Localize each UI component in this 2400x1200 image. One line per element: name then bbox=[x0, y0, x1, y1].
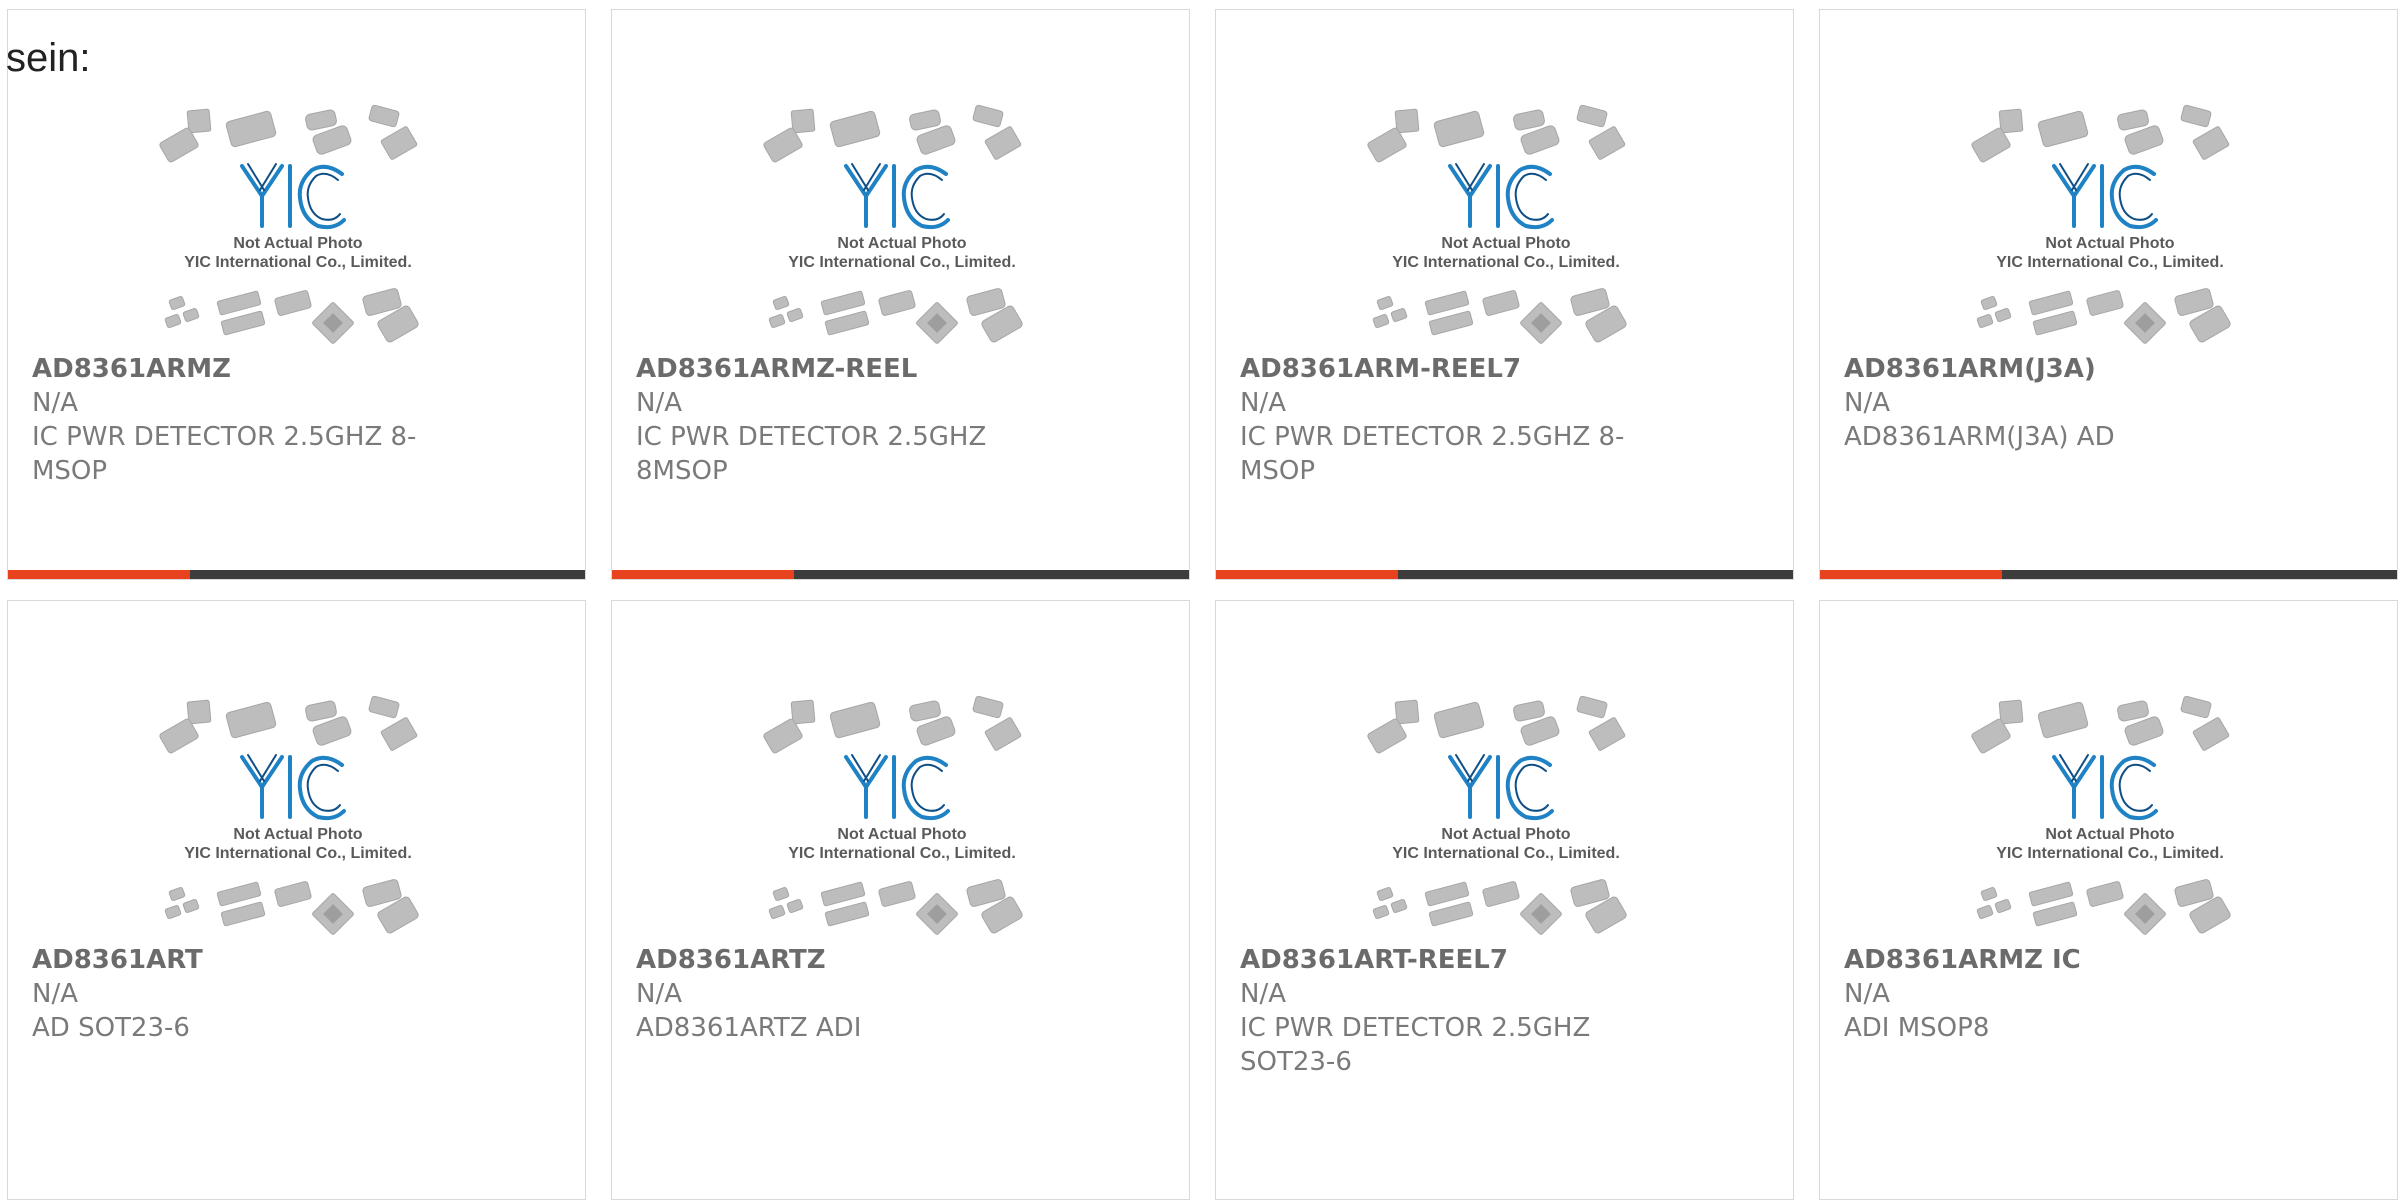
product-stock: N/A bbox=[32, 388, 78, 418]
photo-caption-line1: Not Actual Photo bbox=[1441, 826, 1570, 843]
chip-packages-top bbox=[159, 104, 418, 163]
product-card[interactable]: Not Actual Photo YIC International Co., … bbox=[7, 600, 586, 1200]
product-part-number[interactable]: AD8361ARTZ bbox=[636, 943, 1036, 977]
chip-packages-top bbox=[1367, 104, 1626, 163]
product-photo-placeholder: Not Actual Photo YIC International Co., … bbox=[159, 695, 419, 935]
photo-caption-line2: YIC International Co., Limited. bbox=[788, 254, 1016, 271]
product-card[interactable]: Not Actual Photo YIC International Co., … bbox=[1215, 600, 1794, 1200]
product-card[interactable]: Not Actual Photo YIC International Co., … bbox=[1819, 600, 2398, 1200]
chip-packages-bottom bbox=[1372, 288, 1627, 344]
yic-logo-icon bbox=[240, 754, 346, 821]
photo-caption-line2: YIC International Co., Limited. bbox=[1996, 254, 2224, 271]
chip-packages-top bbox=[1367, 695, 1626, 754]
yic-logo-icon bbox=[1448, 163, 1554, 230]
yic-logo-icon bbox=[2052, 754, 2158, 821]
product-card[interactable]: Not Actual Photo YIC International Co., … bbox=[1819, 9, 2398, 580]
photo-caption-line2: YIC International Co., Limited. bbox=[1392, 845, 1620, 862]
product-card[interactable]: Not Actual Photo YIC International Co., … bbox=[611, 600, 1190, 1200]
photo-caption-line1: Not Actual Photo bbox=[2045, 826, 2174, 843]
chip-packages-top bbox=[1971, 104, 2230, 163]
chip-packages-top bbox=[763, 695, 1022, 754]
product-description: AD8361ARM(J3A) AD bbox=[1844, 422, 2115, 452]
chip-packages-top bbox=[763, 104, 1022, 163]
product-photo-placeholder: Not Actual Photo YIC International Co., … bbox=[763, 104, 1023, 344]
card-bottom-bar bbox=[1216, 570, 1793, 579]
product-stock: N/A bbox=[1240, 388, 1286, 418]
card-bottom-bar bbox=[8, 570, 585, 579]
photo-caption-line1: Not Actual Photo bbox=[1441, 235, 1570, 252]
intro-text: sein: bbox=[6, 36, 91, 80]
card-accent-bar bbox=[612, 570, 794, 579]
photo-caption-line2: YIC International Co., Limited. bbox=[184, 845, 412, 862]
product-photo-placeholder: Not Actual Photo YIC International Co., … bbox=[1971, 104, 2231, 344]
product-photo-placeholder: Not Actual Photo YIC International Co., … bbox=[1367, 695, 1627, 935]
chip-packages-bottom bbox=[164, 879, 419, 935]
product-card[interactable]: Not Actual Photo YIC International Co., … bbox=[7, 9, 586, 580]
chip-packages-bottom bbox=[1372, 879, 1627, 935]
card-bottom-bar bbox=[1820, 570, 2397, 579]
chip-packages-top bbox=[159, 695, 418, 754]
chip-packages-bottom bbox=[768, 288, 1023, 344]
product-description: AD8361ARTZ ADI bbox=[636, 1013, 862, 1043]
product-stock: N/A bbox=[1844, 979, 1890, 1009]
product-part-number[interactable]: AD8361ART-REEL7 bbox=[1240, 943, 1640, 977]
product-card[interactable]: Not Actual Photo YIC International Co., … bbox=[611, 9, 1190, 580]
chip-packages-bottom bbox=[768, 879, 1023, 935]
product-stock: N/A bbox=[1844, 388, 1890, 418]
chip-packages-top bbox=[1971, 695, 2230, 754]
photo-caption-line1: Not Actual Photo bbox=[2045, 235, 2174, 252]
yic-logo-icon bbox=[1448, 754, 1554, 821]
photo-caption-line1: Not Actual Photo bbox=[837, 235, 966, 252]
product-part-number[interactable]: AD8361ART bbox=[32, 943, 432, 977]
yic-logo-icon bbox=[240, 163, 346, 230]
product-description: IC PWR DETECTOR 2.5GHZ 8-MSOP bbox=[1240, 422, 1625, 486]
chip-packages-bottom bbox=[1976, 879, 2231, 935]
photo-caption-line2: YIC International Co., Limited. bbox=[184, 254, 412, 271]
product-part-number[interactable]: AD8361ARMZ-REEL bbox=[636, 352, 1036, 386]
product-stock: N/A bbox=[636, 388, 682, 418]
product-photo-placeholder: Not Actual Photo YIC International Co., … bbox=[159, 104, 419, 344]
yic-logo-icon bbox=[2052, 163, 2158, 230]
product-part-number[interactable]: AD8361ARMZ IC bbox=[1844, 943, 2244, 977]
product-description: IC PWR DETECTOR 2.5GHZ 8-MSOP bbox=[32, 422, 417, 486]
product-description: AD SOT23-6 bbox=[32, 1013, 190, 1043]
product-photo-placeholder: Not Actual Photo YIC International Co., … bbox=[1971, 695, 2231, 935]
photo-caption-line2: YIC International Co., Limited. bbox=[1392, 254, 1620, 271]
yic-logo-icon bbox=[844, 754, 950, 821]
product-description: ADI MSOP8 bbox=[1844, 1013, 1990, 1043]
product-stock: N/A bbox=[1240, 979, 1286, 1009]
product-stock: N/A bbox=[32, 979, 78, 1009]
product-photo-placeholder: Not Actual Photo YIC International Co., … bbox=[1367, 104, 1627, 344]
chip-packages-bottom bbox=[1976, 288, 2231, 344]
photo-caption-line1: Not Actual Photo bbox=[233, 235, 362, 252]
card-accent-bar bbox=[1820, 570, 2002, 579]
product-description: IC PWR DETECTOR 2.5GHZ 8MSOP bbox=[636, 422, 987, 486]
product-part-number[interactable]: AD8361ARM-REEL7 bbox=[1240, 352, 1640, 386]
photo-caption-line1: Not Actual Photo bbox=[837, 826, 966, 843]
product-part-number[interactable]: AD8361ARMZ bbox=[32, 352, 432, 386]
card-bottom-bar bbox=[612, 570, 1189, 579]
product-card[interactable]: Not Actual Photo YIC International Co., … bbox=[1215, 9, 1794, 580]
product-photo-placeholder: Not Actual Photo YIC International Co., … bbox=[763, 695, 1023, 935]
product-part-number[interactable]: AD8361ARM(J3A) bbox=[1844, 352, 2244, 386]
product-stock: N/A bbox=[636, 979, 682, 1009]
card-accent-bar bbox=[1216, 570, 1398, 579]
photo-caption-line1: Not Actual Photo bbox=[233, 826, 362, 843]
product-description: IC PWR DETECTOR 2.5GHZ SOT23-6 bbox=[1240, 1013, 1591, 1077]
card-accent-bar bbox=[8, 570, 190, 579]
chip-packages-bottom bbox=[164, 288, 419, 344]
yic-logo-icon bbox=[844, 163, 950, 230]
photo-caption-line2: YIC International Co., Limited. bbox=[788, 845, 1016, 862]
photo-caption-line2: YIC International Co., Limited. bbox=[1996, 845, 2224, 862]
